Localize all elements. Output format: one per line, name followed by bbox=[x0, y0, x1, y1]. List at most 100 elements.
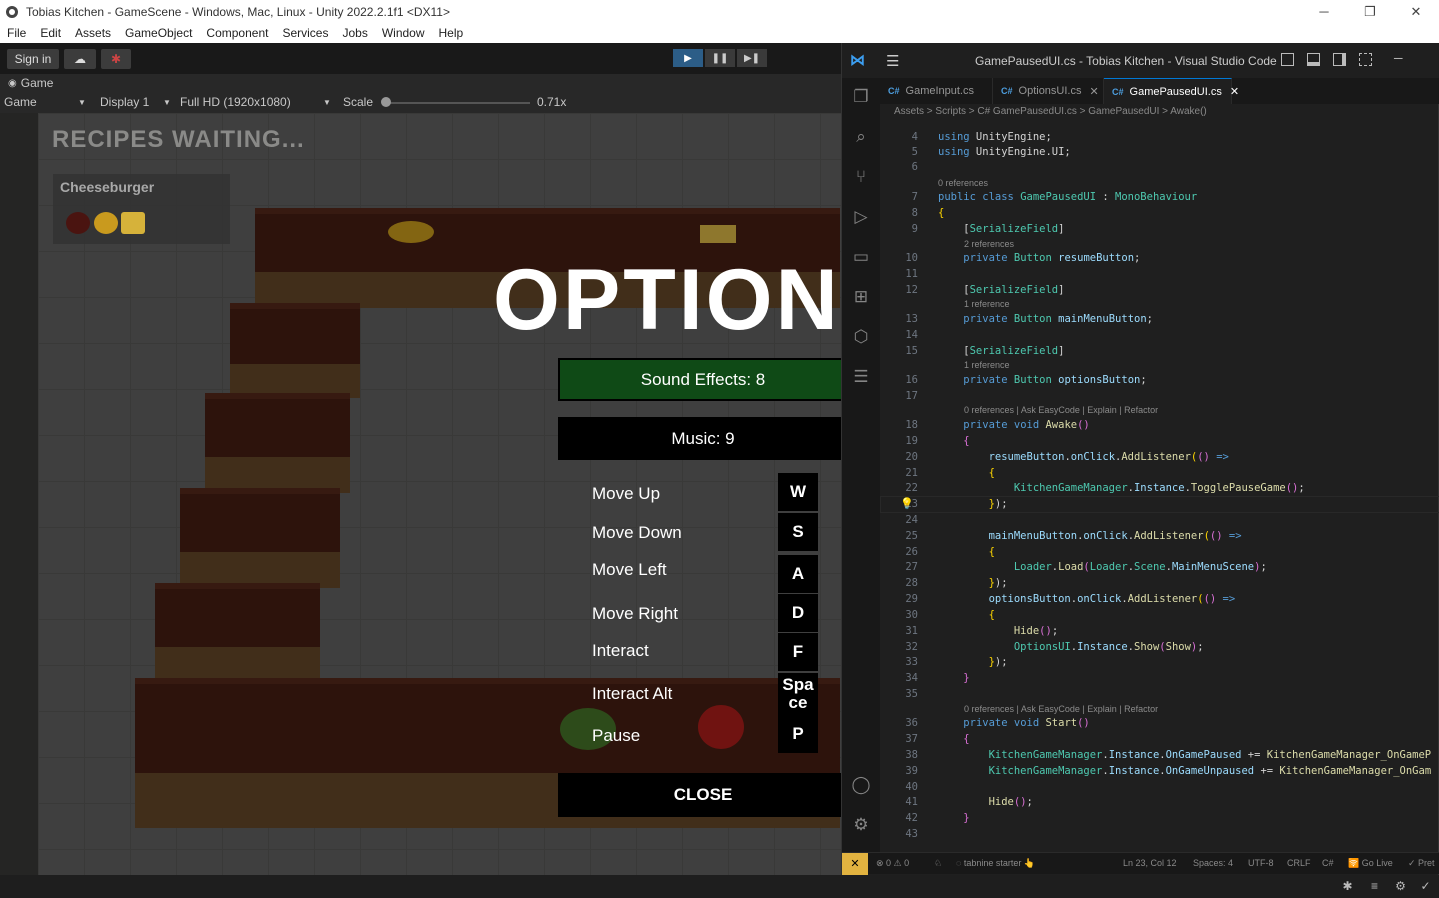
cloud-icon[interactable]: ☁ bbox=[64, 49, 96, 69]
code-line: private Button optionsButton; bbox=[963, 374, 1147, 386]
menu-services[interactable]: Services bbox=[275, 26, 335, 40]
code-lens[interactable]: 0 references | Ask EasyCode | Explain | … bbox=[964, 704, 1158, 714]
remote-explorer-icon[interactable]: ▭ bbox=[850, 246, 872, 268]
close-window-button[interactable]: ✕ bbox=[1393, 0, 1439, 23]
problems-indicator[interactable]: ⊗ 0 ⚠ 0 bbox=[876, 858, 909, 869]
game-controller-icon: ◉ bbox=[8, 77, 17, 89]
vscode-minimize-button[interactable]: ─ bbox=[1394, 51, 1403, 65]
manage-gear-icon[interactable]: ⚙ bbox=[850, 814, 872, 836]
sound-effects-button[interactable]: Sound Effects: 8 bbox=[558, 358, 841, 401]
game-view[interactable]: RECIPES WAITING... Cheeseburger OPTION S… bbox=[0, 113, 841, 875]
bell-icon[interactable]: ♘ bbox=[934, 858, 942, 869]
game-tab-label: Game bbox=[20, 76, 54, 90]
go-live-button[interactable]: 🛜 Go Live bbox=[1348, 858, 1393, 869]
menu-edit[interactable]: Edit bbox=[33, 26, 68, 40]
tabnine-status[interactable]: ◌ tabnine starter 👆 bbox=[956, 858, 1035, 869]
search-icon[interactable]: ⌕ bbox=[850, 126, 872, 148]
close-icon[interactable]: ✕ bbox=[1089, 85, 1098, 98]
menu-bar: File Edit Assets GameObject Component Se… bbox=[0, 23, 1439, 43]
extensions-icon[interactable]: ⊞ bbox=[850, 286, 872, 308]
lightbulb-icon[interactable]: 💡 bbox=[900, 497, 914, 510]
customize-layout-icon[interactable] bbox=[1359, 53, 1372, 66]
toggle-secondary-sidebar-icon[interactable] bbox=[1333, 53, 1346, 66]
resolution-dropdown[interactable]: Full HD (1920x1080) bbox=[180, 95, 291, 109]
line-number: 15 bbox=[905, 345, 918, 357]
window-title: Tobias Kitchen - GameScene - Windows, Ma… bbox=[26, 4, 450, 19]
chevron-down-icon: ▼ bbox=[323, 98, 331, 107]
close-options-button[interactable]: CLOSE bbox=[558, 773, 841, 817]
line-number: 16 bbox=[905, 374, 918, 386]
unity-icon[interactable]: ⬡ bbox=[850, 326, 872, 348]
layers-icon[interactable]: ≡ bbox=[1367, 879, 1382, 894]
hamburger-menu-icon[interactable]: ☰ bbox=[886, 52, 899, 70]
display-dropdown[interactable]: Display 1 bbox=[100, 95, 149, 109]
tab-optionsui[interactable]: C# OptionsUI.cs ✕ bbox=[993, 78, 1104, 104]
rebind-move-up-button[interactable]: W bbox=[778, 473, 818, 511]
minimize-button[interactable]: ─ bbox=[1301, 0, 1347, 23]
menu-assets[interactable]: Assets bbox=[68, 26, 118, 40]
prettier-status[interactable]: ✓ Pret bbox=[1408, 858, 1435, 869]
maximize-button[interactable]: ❐ bbox=[1347, 0, 1393, 23]
rebind-interact-alt-button[interactable]: Spa ce bbox=[778, 673, 818, 715]
line-number: 11 bbox=[905, 268, 918, 280]
scale-slider[interactable] bbox=[385, 102, 530, 104]
rebind-pause-button[interactable]: P bbox=[778, 715, 818, 753]
code-lens[interactable]: 0 references bbox=[938, 178, 988, 188]
menu-file[interactable]: File bbox=[0, 26, 33, 40]
game-view-toolbar: Game ▼ Display 1 ▼ Full HD (1920x1080) ▼… bbox=[0, 92, 841, 113]
indentation[interactable]: Spaces: 4 bbox=[1193, 858, 1233, 868]
account-icon[interactable]: ◯ bbox=[850, 774, 872, 796]
play-button[interactable]: ▶ bbox=[673, 49, 703, 67]
cheese-icon bbox=[121, 212, 145, 234]
line-number: 10 bbox=[905, 252, 918, 264]
vscode-status-bar: ✕ ⊗ 0 ⚠ 0 ♘ ◌ tabnine starter 👆 Ln 23, C… bbox=[842, 852, 1439, 875]
tab-gameinput[interactable]: C# GameInput.cs bbox=[880, 78, 993, 104]
collab-icon[interactable]: ✱ bbox=[101, 49, 131, 69]
sign-in-button[interactable]: Sign in bbox=[7, 49, 59, 69]
code-line: { bbox=[963, 733, 970, 745]
explorer-icon[interactable]: ❐ bbox=[850, 86, 872, 108]
music-button[interactable]: Music: 9 bbox=[558, 417, 841, 460]
line-number: 6 bbox=[911, 161, 918, 173]
line-number: 20 bbox=[905, 451, 918, 463]
game-tab[interactable]: ◉ Game bbox=[0, 74, 841, 92]
game-mode-dropdown[interactable]: Game bbox=[4, 95, 37, 109]
code-editor[interactable]: 4 5 6 7 8 9 10 11 12 13 14 15 16 17 18 19 20 21 22 23 24 25 26… bbox=[880, 123, 1439, 850]
menu-component[interactable]: Component bbox=[199, 26, 275, 40]
menu-help[interactable]: Help bbox=[432, 26, 471, 40]
line-ending[interactable]: CRLF bbox=[1287, 858, 1311, 868]
scale-slider-handle[interactable] bbox=[381, 97, 391, 107]
remote-indicator[interactable]: ✕ bbox=[842, 853, 868, 875]
rebind-move-down-button[interactable]: S bbox=[778, 513, 818, 551]
code-lens[interactable]: 1 reference bbox=[964, 299, 1010, 309]
rebind-move-right-button[interactable]: D bbox=[778, 594, 818, 632]
menu-jobs[interactable]: Jobs bbox=[335, 26, 374, 40]
code-line: private void Start() bbox=[963, 717, 1090, 729]
code-lens[interactable]: 0 references | Ask EasyCode | Explain | … bbox=[964, 405, 1158, 415]
code-lens[interactable]: 2 references bbox=[964, 239, 1014, 249]
step-button[interactable]: ▶❚ bbox=[737, 49, 767, 67]
source-control-icon[interactable]: ⑂ bbox=[850, 166, 872, 188]
toggle-primary-sidebar-icon[interactable] bbox=[1281, 53, 1294, 66]
tab-gamepausedui[interactable]: C# GamePausedUI.cs ✕ bbox=[1104, 78, 1239, 104]
rebind-interact-button[interactable]: F bbox=[778, 633, 818, 671]
cursor-position[interactable]: Ln 23, Col 12 bbox=[1123, 858, 1177, 868]
line-number: 5 bbox=[911, 146, 918, 158]
toggle-panel-icon[interactable] bbox=[1307, 53, 1320, 66]
line-number: 17 bbox=[905, 390, 918, 402]
breadcrumb[interactable]: Assets > Scripts > C# GamePausedUI.cs > … bbox=[894, 106, 1207, 117]
language-mode[interactable]: C# bbox=[1322, 858, 1334, 868]
menu-gameobject[interactable]: GameObject bbox=[118, 26, 199, 40]
encoding[interactable]: UTF-8 bbox=[1248, 858, 1274, 868]
outline-icon[interactable]: ☰ bbox=[850, 366, 872, 388]
settings-icon[interactable]: ⚙ bbox=[1393, 879, 1408, 894]
check-icon[interactable]: ✓ bbox=[1418, 879, 1433, 894]
rebind-move-left-button[interactable]: A bbox=[778, 555, 818, 593]
pause-button[interactable]: ❚❚ bbox=[705, 49, 735, 67]
bug-icon[interactable]: ✱ bbox=[1340, 879, 1355, 894]
close-icon[interactable]: ✕ bbox=[1230, 85, 1239, 98]
code-lens[interactable]: 1 reference bbox=[964, 360, 1010, 370]
chevron-down-icon: ▼ bbox=[78, 98, 86, 107]
run-debug-icon[interactable]: ▷ bbox=[850, 206, 872, 228]
menu-window[interactable]: Window bbox=[375, 26, 432, 40]
